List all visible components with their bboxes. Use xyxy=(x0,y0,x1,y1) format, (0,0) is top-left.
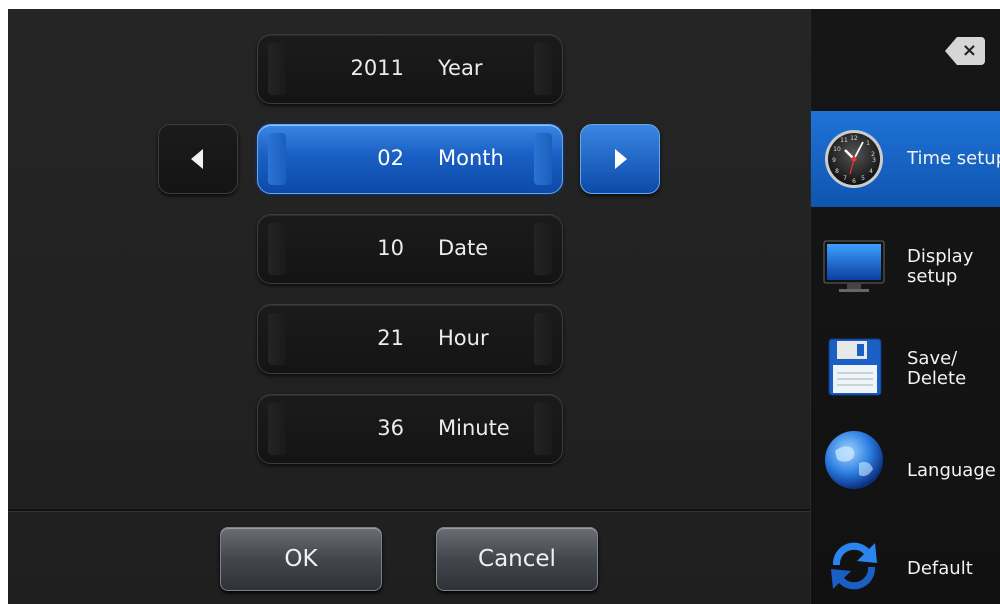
hour-field[interactable]: 21 Hour xyxy=(257,304,563,374)
label-line: setup xyxy=(907,266,958,287)
sidebar-item-label: Display setup xyxy=(907,247,973,287)
svg-text:3: 3 xyxy=(872,157,876,164)
sidebar-item-display-setup[interactable]: Display setup xyxy=(811,219,1000,315)
date-field[interactable]: 10 Date xyxy=(257,214,563,284)
minute-value: 36 xyxy=(377,416,404,440)
svg-text:7: 7 xyxy=(843,175,847,182)
svg-text:12: 12 xyxy=(850,135,858,142)
month-value: 02 xyxy=(377,146,404,170)
sidebar-item-label: Default xyxy=(907,558,973,579)
svg-text:5: 5 xyxy=(861,175,865,182)
prev-arrow-button[interactable] xyxy=(158,124,238,194)
sidebar-item-label: Save/ Delete xyxy=(907,349,966,389)
sidebar-item-label: Language xyxy=(907,460,996,481)
floppy-disk-icon xyxy=(828,338,882,396)
month-field[interactable]: 02 Month xyxy=(257,124,563,194)
year-value: 2011 xyxy=(350,56,404,80)
minute-field[interactable]: 36 Minute xyxy=(257,394,563,464)
left-arrow-icon xyxy=(191,149,203,169)
svg-text:6: 6 xyxy=(852,178,856,185)
close-icon: × xyxy=(961,40,977,61)
right-arrow-icon xyxy=(615,149,627,169)
sidebar-item-save-delete[interactable]: Save/ Delete xyxy=(811,321,1000,417)
next-arrow-button[interactable] xyxy=(580,124,660,194)
svg-text:1: 1 xyxy=(866,140,870,147)
svg-text:4: 4 xyxy=(869,168,873,175)
year-label: Year xyxy=(438,56,483,80)
sidebar: × 12 1 2 345 678 9 10 11 Time setup Disp… xyxy=(810,9,1000,604)
sidebar-item-time-setup[interactable]: 12 1 2 345 678 9 10 11 Time setup xyxy=(811,111,1000,207)
sidebar-item-language[interactable]: Language xyxy=(811,421,1000,517)
hour-label: Hour xyxy=(438,326,489,350)
cancel-button[interactable]: Cancel xyxy=(436,527,598,591)
refresh-icon xyxy=(831,542,877,590)
divider xyxy=(8,509,810,512)
minute-label: Minute xyxy=(438,416,510,440)
label-line: Save/ xyxy=(907,348,958,369)
close-button[interactable]: × xyxy=(945,37,985,65)
clock-icon: 1212 345 678 91011 xyxy=(825,130,883,188)
date-label: Date xyxy=(438,236,489,260)
main-panel: 2011 Year 02 Month 10 Date 21 Hour 36 Mi… xyxy=(8,9,810,604)
year-field[interactable]: 2011 Year xyxy=(257,34,563,104)
ok-button[interactable]: OK xyxy=(220,527,382,591)
svg-text:8: 8 xyxy=(835,168,839,175)
hour-value: 21 xyxy=(377,326,404,350)
svg-text:11: 11 xyxy=(840,137,848,144)
svg-text:10: 10 xyxy=(833,146,841,153)
sidebar-item-label: Time setup xyxy=(907,148,1000,169)
date-value: 10 xyxy=(377,236,404,260)
month-label: Month xyxy=(438,146,504,170)
sidebar-item-default[interactable]: Default xyxy=(811,519,1000,604)
globe-icon xyxy=(825,431,883,489)
screen: 2011 Year 02 Month 10 Date 21 Hour 36 Mi… xyxy=(8,9,1000,604)
label-line: Display xyxy=(907,246,974,267)
label-line: Delete xyxy=(907,368,967,389)
monitor-icon xyxy=(823,240,885,292)
svg-text:9: 9 xyxy=(832,157,836,164)
